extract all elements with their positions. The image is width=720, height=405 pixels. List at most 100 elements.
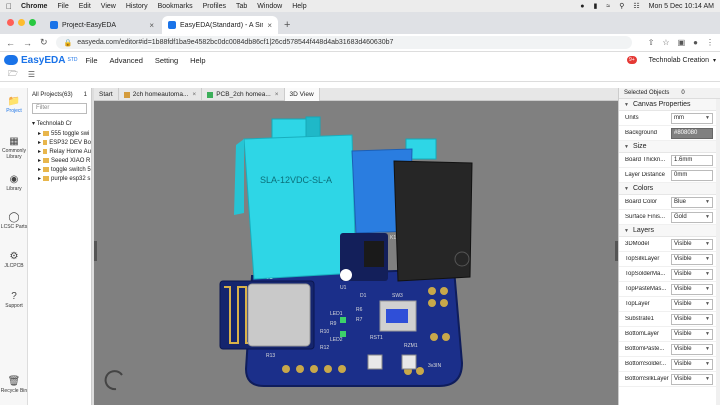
search-icon[interactable]: ⚲ — [619, 2, 624, 10]
layer-visibility-select[interactable]: Visible ▼ — [671, 328, 713, 340]
more-icon[interactable]: ⋮ — [706, 38, 714, 47]
layer-visibility-select[interactable]: Visible ▼ — [671, 298, 713, 310]
app-name[interactable]: Chrome — [21, 3, 47, 10]
zoom-window-button[interactable] — [29, 19, 36, 26]
background-color-input[interactable]: #808080 — [671, 127, 713, 139]
rotate-view-icon[interactable] — [104, 370, 123, 391]
easyeda-logo[interactable]: EasyEDA STD — [4, 55, 77, 66]
units-label: Units — [625, 115, 639, 121]
doc-tab-pcb[interactable]: PCB_2ch homea... × — [202, 88, 285, 101]
layer-visibility-select[interactable]: Visible ▼ — [671, 373, 713, 385]
browser-tab-editor[interactable]: EasyEDA(Standard) - A Simple... × — [162, 16, 278, 34]
properties-scrollbar[interactable] — [716, 99, 720, 405]
os-menu-edit[interactable]: Edit — [79, 3, 91, 10]
board-color-select[interactable]: Blue ▼ — [671, 196, 713, 208]
back-icon[interactable]: ← — [6, 38, 15, 48]
os-menu-help[interactable]: Help — [292, 3, 306, 10]
left-collapse-handle[interactable] — [94, 241, 97, 261]
filter-input[interactable]: Filter — [32, 103, 87, 114]
tree-root[interactable]: ▾ Technolab Cr — [28, 120, 91, 129]
bookmark-star-icon[interactable]: ☆ — [662, 38, 669, 47]
jlcpcb-icon: ⚙ — [9, 251, 19, 262]
rst1-label: RST1 — [370, 335, 383, 341]
os-menu-file[interactable]: File — [57, 3, 68, 10]
layer-distance-input[interactable]: 0mm — [671, 169, 713, 181]
cloud-logo-icon — [4, 55, 18, 65]
nav-recycle-bin[interactable]: 🗑 Recycle Bin — [0, 376, 28, 394]
3d-viewport[interactable]: ESP32 SLA-12VDC-SL-A U1 K1 SW3 LED1 LED2 — [94, 101, 618, 405]
nav-library[interactable]: ◉ Library — [0, 174, 28, 192]
wifi-icon[interactable]: ≈ — [606, 3, 610, 10]
thickness-input[interactable]: 1.6mm — [671, 154, 713, 166]
nav-jlcpcb[interactable]: ⚙ JLCPCB — [0, 251, 28, 269]
battery-icon[interactable]: ▮ — [594, 2, 598, 10]
control-center-icon[interactable]: ☷ — [633, 2, 639, 10]
close-tab-icon[interactable]: × — [275, 91, 279, 98]
selected-objects: Selected Objects 0 — [619, 88, 720, 99]
user-name[interactable]: Technolab Creation — [649, 57, 709, 64]
units-select[interactable]: mm ▼ — [671, 112, 713, 124]
os-menu-history[interactable]: History — [126, 3, 148, 10]
tree-item[interactable]: ▸ purple esp32 s — [28, 174, 91, 183]
doc-tab-start[interactable]: Start — [94, 88, 119, 101]
menu-setting[interactable]: Setting — [155, 56, 178, 65]
url-input[interactable]: 🔒 easyeda.com/editor#id=1b88fdf1ba9e4582… — [55, 36, 632, 49]
layer-visibility-select[interactable]: Visible ▼ — [671, 238, 713, 250]
nav-commonly-library[interactable]: ▦ Commonly Library — [0, 136, 28, 160]
share-icon[interactable]: ⇧ — [648, 38, 655, 47]
record-icon[interactable]: ● — [580, 3, 584, 10]
layer-visibility-select[interactable]: Visible ▼ — [671, 358, 713, 370]
chevron-down-icon[interactable]: ▾ — [713, 57, 716, 64]
notification-badge[interactable]: 9+ — [626, 56, 637, 64]
nav-label: LCSC Parts — [0, 224, 28, 230]
os-menu-profiles[interactable]: Profiles — [203, 3, 226, 10]
size-header[interactable]: ▼ Size — [619, 141, 720, 153]
tree-item[interactable]: ▸ 555 toggle swi — [28, 129, 91, 138]
layer-visibility-select[interactable]: Visible ▼ — [671, 253, 713, 265]
doc-tab-3d-view[interactable]: 3D View — [284, 88, 320, 101]
projects-title[interactable]: All Projects(63) — [32, 92, 73, 98]
close-tab-icon[interactable]: × — [149, 21, 154, 30]
nav-support[interactable]: ? Support — [0, 291, 28, 309]
reload-icon[interactable]: ↻ — [40, 37, 48, 48]
os-menu-window[interactable]: Window — [257, 3, 282, 10]
layer-visibility-select[interactable]: Visible ▼ — [671, 283, 713, 295]
doc-tab-schematic[interactable]: 2ch homeautoma... × — [119, 88, 203, 101]
close-tab-icon[interactable]: × — [267, 21, 272, 30]
close-tab-icon[interactable]: × — [192, 91, 196, 98]
layers-header[interactable]: ▼ Layers — [619, 225, 720, 237]
extension-icon[interactable]: ▣ — [678, 38, 686, 47]
nav-lcsc-parts[interactable]: ◯ LCSC Parts — [0, 212, 28, 230]
colors-header[interactable]: ▼ Colors — [619, 183, 720, 195]
close-window-button[interactable] — [7, 19, 14, 26]
open-folder-icon[interactable]: 🗁 — [8, 68, 18, 82]
layers-icon[interactable]: ☰ — [28, 70, 35, 79]
clock[interactable]: Mon 5 Dec 10:14 AM — [649, 3, 714, 10]
new-tab-icon[interactable]: + — [284, 19, 290, 31]
pcb-3d-render[interactable]: ESP32 SLA-12VDC-SL-A U1 K1 SW3 LED1 LED2 — [94, 101, 618, 405]
canvas-properties-header[interactable]: ▼ Canvas Properties — [619, 99, 720, 111]
layer-visibility-select[interactable]: Visible ▼ — [671, 268, 713, 280]
browser-tab-project[interactable]: Project-EasyEDA × — [44, 16, 160, 34]
nav-project[interactable]: 📁 Project — [0, 96, 28, 114]
lcsc-icon: ◯ — [8, 212, 20, 223]
apple-icon[interactable]:  — [6, 2, 12, 11]
os-menu-view[interactable]: View — [101, 3, 116, 10]
menu-help[interactable]: Help — [190, 56, 205, 65]
tree-item[interactable]: ▸ Relay Home Au — [28, 147, 91, 156]
menu-file[interactable]: File — [85, 56, 97, 65]
layer-visibility-select[interactable]: Visible ▼ — [671, 313, 713, 325]
os-menu-bookmarks[interactable]: Bookmarks — [158, 3, 193, 10]
os-menu-tab[interactable]: Tab — [236, 3, 247, 10]
button-rzm — [401, 354, 417, 370]
minimize-window-button[interactable] — [18, 19, 25, 26]
menu-advanced[interactable]: Advanced — [110, 56, 143, 65]
layer-visibility-select[interactable]: Visible ▼ — [671, 343, 713, 355]
layer-row: BottomSilkLayer Visible ▼ — [619, 372, 720, 387]
surface-finish-select[interactable]: Gold ▼ — [671, 211, 713, 223]
tree-item[interactable]: ▸ toggle switch 5 — [28, 165, 91, 174]
tree-item[interactable]: ▸ ESP32 DEV Bo — [28, 138, 91, 147]
forward-icon[interactable]: → — [23, 38, 32, 48]
tree-item[interactable]: ▸ Seeed XIAO R — [28, 156, 91, 165]
profile-icon[interactable]: ● — [693, 38, 698, 47]
